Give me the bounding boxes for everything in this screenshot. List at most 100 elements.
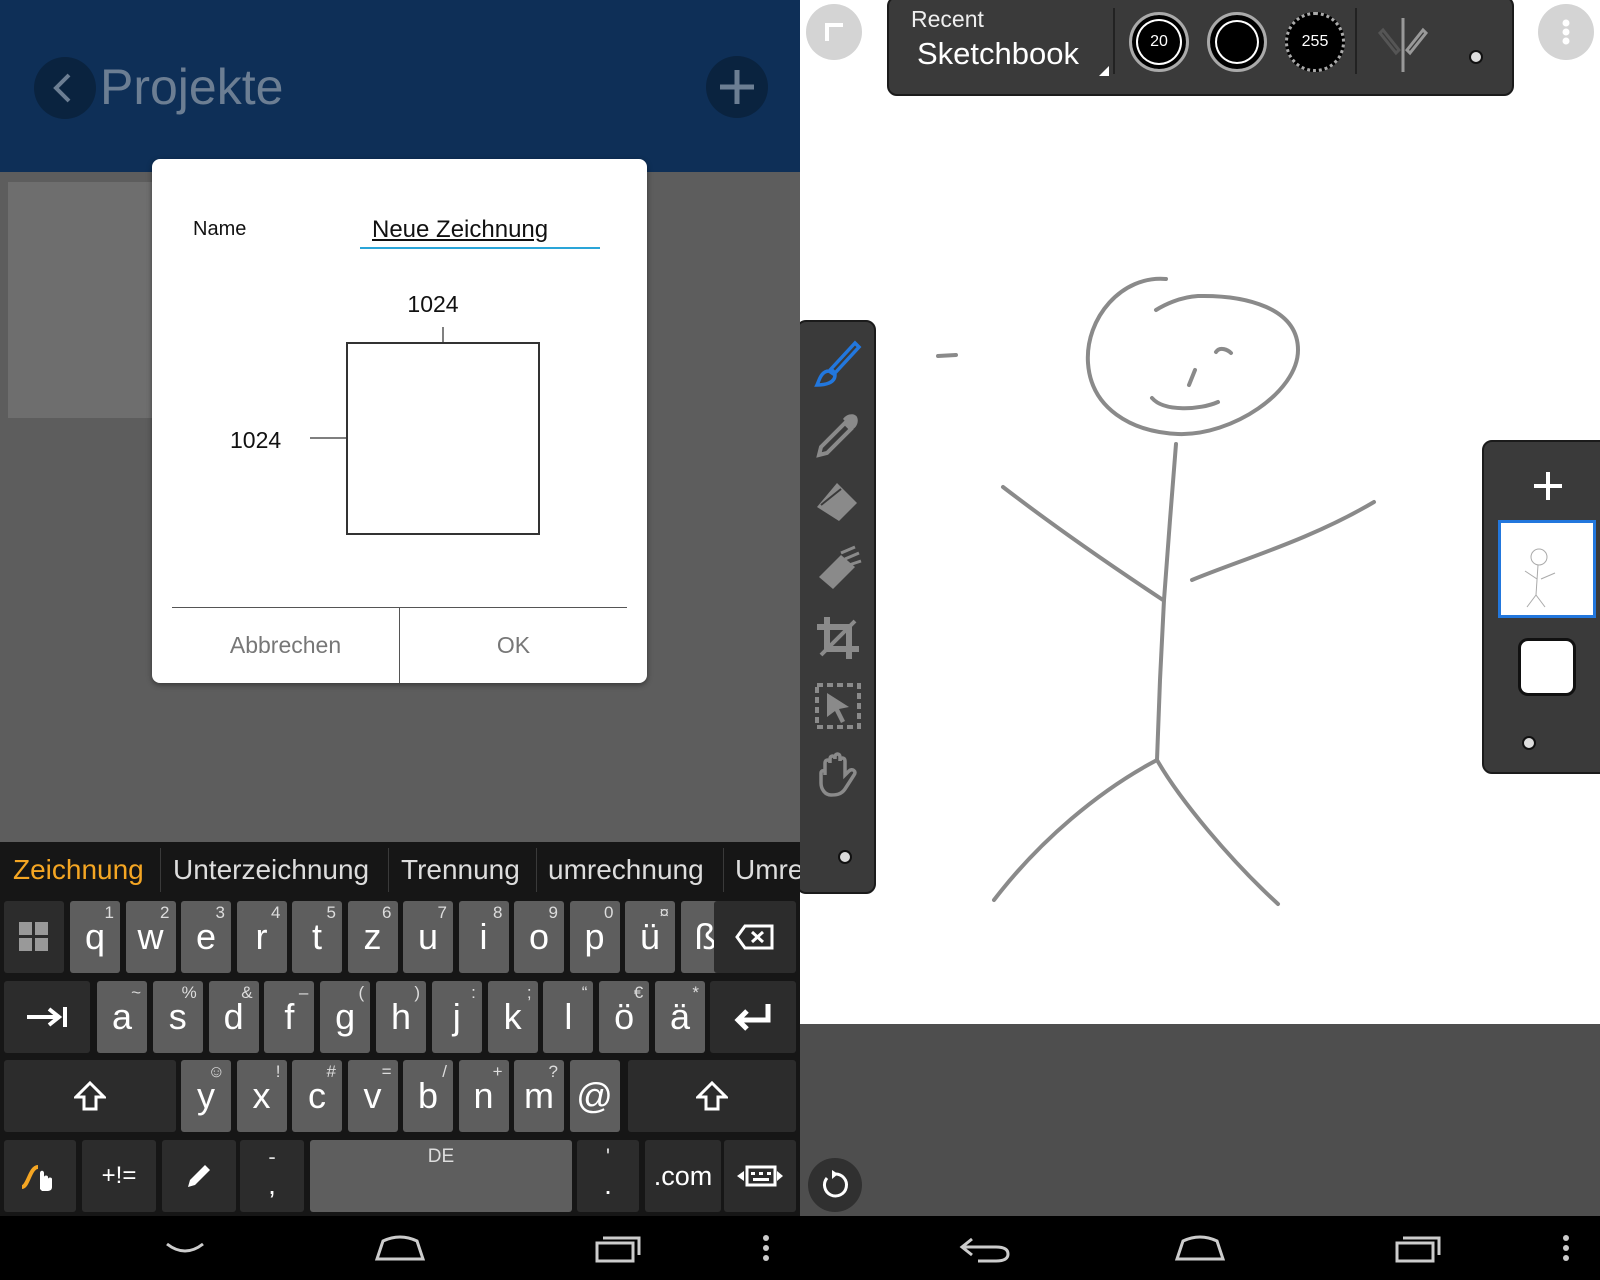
brush-name[interactable]: Sketchbook: [917, 36, 1079, 72]
toolpanel-collapse-handle[interactable]: [838, 850, 852, 864]
key-label: z: [363, 916, 382, 957]
corner-menu-button[interactable]: [806, 4, 862, 60]
key-g[interactable]: g(: [320, 981, 371, 1053]
suggestion-item[interactable]: Zeichnung: [13, 842, 144, 898]
key-i[interactable]: i8: [458, 901, 509, 973]
key-h[interactable]: h): [376, 981, 426, 1053]
key-hint: 0: [604, 903, 614, 922]
key-ä[interactable]: ä *: [655, 981, 705, 1053]
more-options-button[interactable]: [1538, 4, 1594, 60]
key-s[interactable]: s%: [152, 981, 203, 1053]
rotate-canvas-button[interactable]: [808, 1158, 862, 1212]
crop-tool[interactable]: [810, 610, 866, 666]
key-e[interactable]: e3: [181, 901, 231, 973]
numpad-key[interactable]: [4, 901, 64, 973]
key-hint: ;: [526, 983, 532, 1002]
key-p[interactable]: p0: [569, 901, 620, 973]
key-y[interactable]: y ☺: [181, 1060, 231, 1132]
back-button[interactable]: [34, 57, 96, 119]
edit-key[interactable]: [162, 1140, 236, 1212]
hand-icon: [819, 752, 857, 797]
key-n[interactable]: n +: [458, 1060, 509, 1132]
key-r[interactable]: r4: [236, 901, 287, 973]
symbols-key[interactable]: +!=: [82, 1140, 156, 1212]
suggestion-item[interactable]: Trennung: [401, 842, 520, 898]
key-c[interactable]: c #: [292, 1060, 342, 1132]
enter-key[interactable]: [710, 981, 796, 1053]
eyedropper-tool[interactable]: [810, 406, 866, 462]
comma-key[interactable]: - ,: [240, 1140, 304, 1212]
shift-key[interactable]: [4, 1060, 176, 1132]
keyboard-switch-key[interactable]: [724, 1140, 796, 1212]
key-l[interactable]: l “: [543, 981, 594, 1053]
toolbar-collapse-handle[interactable]: [1469, 50, 1483, 64]
key-v[interactable]: v =: [347, 1060, 398, 1132]
home-button[interactable]: [370, 1224, 430, 1272]
shift-key-right[interactable]: [628, 1060, 796, 1132]
key-a[interactable]: a ~: [97, 981, 147, 1053]
layerpanel-collapse-handle[interactable]: [1522, 736, 1536, 750]
key-label: ä: [669, 996, 691, 1037]
key-ü[interactable]: ü ¤: [625, 901, 675, 973]
suggestion-item[interactable]: Unterzeichnung: [173, 842, 369, 898]
symmetry-button[interactable]: [1373, 14, 1433, 74]
brush-tool[interactable]: [810, 336, 866, 392]
hide-keyboard-button[interactable]: [155, 1224, 215, 1272]
key-hint: ?: [548, 1062, 558, 1081]
menu-button[interactable]: [736, 1224, 796, 1272]
key-@[interactable]: @: [569, 1060, 620, 1132]
brush-size-button[interactable]: 20: [1129, 12, 1189, 72]
key-u[interactable]: u7: [403, 901, 453, 973]
backspace-key[interactable]: [714, 901, 796, 973]
brush-color-button[interactable]: [1207, 12, 1267, 72]
page-title: Projekte: [100, 59, 284, 115]
suggestion-item[interactable]: Umre: [735, 842, 800, 898]
onscreen-keyboard: q1w2e3r4t5z6u7i8o9p0ü¤ß¬ a~s%d&f–g(h)j:k…: [0, 898, 800, 1216]
key-ö[interactable]: ö €: [599, 981, 650, 1053]
key-hint: 2: [160, 903, 170, 922]
key-k[interactable]: k;: [487, 981, 538, 1053]
select-tool[interactable]: [810, 678, 866, 734]
key-label: g: [335, 996, 356, 1037]
key-hint: ☺: [207, 1062, 225, 1081]
ok-button[interactable]: OK: [400, 608, 627, 683]
key-w[interactable]: w2: [125, 901, 176, 973]
tab-key[interactable]: [4, 981, 90, 1053]
key-o[interactable]: o9: [514, 901, 564, 973]
hand-tool[interactable]: [810, 746, 866, 802]
layer-thumbnail-active[interactable]: [1498, 520, 1596, 618]
key-z[interactable]: z6: [347, 901, 398, 973]
key-x[interactable]: x!: [236, 1060, 287, 1132]
key-b[interactable]: b /: [403, 1060, 453, 1132]
period-key[interactable]: ' .: [577, 1140, 639, 1212]
project-thumbnail[interactable]: [8, 182, 153, 418]
key-j[interactable]: j:: [431, 981, 482, 1053]
add-layer-button[interactable]: [1526, 464, 1570, 508]
back-nav-button[interactable]: [955, 1224, 1015, 1272]
menu-button[interactable]: [1536, 1224, 1596, 1272]
eraser-tool[interactable]: [810, 542, 866, 598]
brush-opacity-button[interactable]: 255: [1285, 12, 1345, 72]
fill-tool[interactable]: [810, 474, 866, 530]
cancel-button[interactable]: Abbrechen: [172, 608, 399, 683]
add-project-button[interactable]: [706, 56, 768, 118]
key-q[interactable]: q1: [70, 901, 120, 973]
suggestion-item[interactable]: umrechnung: [548, 842, 704, 898]
recent-apps-button[interactable]: [1388, 1224, 1448, 1272]
height-value[interactable]: 1024: [230, 427, 281, 454]
home-button[interactable]: [1170, 1224, 1230, 1272]
recent-apps-button[interactable]: [588, 1224, 648, 1272]
space-key[interactable]: DE: [310, 1140, 572, 1212]
key-t[interactable]: t5: [292, 901, 342, 973]
key-d[interactable]: d &: [208, 981, 259, 1053]
key-m[interactable]: m?: [514, 1060, 564, 1132]
key-f[interactable]: f –: [264, 981, 315, 1053]
crop-icon: [817, 617, 859, 659]
dotcom-key[interactable]: .com: [645, 1140, 721, 1212]
background-layer[interactable]: [1518, 638, 1576, 696]
recent-apps-icon: [595, 1236, 641, 1263]
drawing-canvas[interactable]: [800, 0, 1600, 1024]
swype-key[interactable]: [4, 1140, 76, 1212]
key-label: v: [363, 1075, 382, 1116]
key-label: a: [111, 996, 133, 1037]
